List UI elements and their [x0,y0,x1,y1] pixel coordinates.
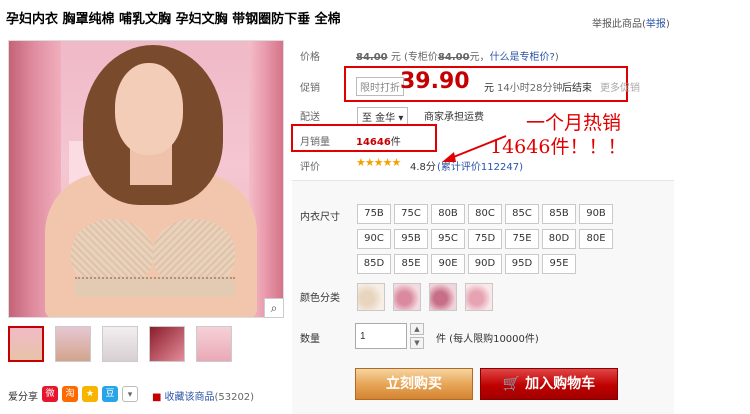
add-to-cart-label: 加入购物车 [525,376,596,392]
promo-price: 39.90 [400,69,470,94]
size-option[interactable]: 90D [468,254,502,274]
annotation-line-2: 14646件！！！ [490,136,627,158]
size-option[interactable]: 95C [431,229,465,249]
share-icons: 微 淘 ★ 豆 ▾ [42,386,138,402]
size-option[interactable]: 95E [542,254,576,274]
more-icon[interactable]: ▾ [122,386,138,402]
report-prefix: 举报此商品( [592,19,646,30]
favorite-icon: ■ [152,392,162,403]
thumbnail-strip [8,326,232,362]
rating-score: 4.8分 [410,162,436,173]
sales-value-row: 14646件 [356,133,401,148]
original-price: 84.00 [356,52,388,63]
size-option[interactable]: 80C [468,204,502,224]
thumbnail-1[interactable] [8,326,44,362]
color-option[interactable] [357,283,385,311]
size-option[interactable]: 75B [357,204,391,224]
price-label: 价格 [300,52,320,63]
size-option[interactable]: 90B [579,204,613,224]
shipping-text: 商家承担运费 [424,112,484,123]
cart-icon: 🛒 [502,376,521,392]
add-to-cart-button[interactable]: 🛒 加入购物车 [480,368,618,400]
quantity-increase-button[interactable]: ▲ [410,323,424,335]
size-option[interactable]: 95D [505,254,539,274]
color-option[interactable] [429,283,457,311]
taobao-icon[interactable]: 淘 [62,386,78,402]
report-link[interactable]: 举报此商品(举报) [592,15,670,30]
size-option[interactable]: 85C [505,204,539,224]
size-option[interactable]: 75D [468,229,502,249]
size-option[interactable]: 80D [542,229,576,249]
quantity-input[interactable] [355,323,407,349]
thumbnail-3[interactable] [102,326,138,362]
color-option[interactable] [465,283,493,311]
promo-label: 促销 [300,83,320,94]
shipping-label: 配送 [300,112,320,123]
size-option[interactable]: 80E [579,229,613,249]
price-unit: 元 [390,52,401,63]
sales-label: 月销量 [300,137,330,148]
size-option[interactable]: 75E [505,229,539,249]
size-option[interactable]: 85B [542,204,576,224]
qzone-icon[interactable]: ★ [82,386,98,402]
share-label: 爱分享 [8,392,38,403]
douban-icon[interactable]: 豆 [102,386,118,402]
size-option[interactable]: 90C [357,229,391,249]
bra-band [75,277,235,297]
price-row: 84.00 元 (专柜价84.00元，什么是专柜价?) [356,48,559,63]
promo-unit: 元 [484,83,494,94]
color-label: 颜色分类 [300,293,340,304]
size-option[interactable]: 75C [394,204,428,224]
bra-cup-left [71,219,153,285]
product-title: 孕妇内衣 胸罩纯棉 哺乳文胸 孕妇文胸 带钢圈防下垂 全棉 [6,12,341,27]
rating-stars: ★★★★★ [356,156,401,169]
size-option[interactable]: 90E [431,254,465,274]
bra-cup-right [153,219,235,285]
size-option[interactable]: 85D [357,254,391,274]
color-option[interactable] [393,283,421,311]
quantity-label: 数量 [300,334,320,345]
counter-suffix: 元， [469,52,490,63]
quantity-unit-text: 件 (每人限购10000件) [436,334,539,345]
report-anchor[interactable]: 举报 [646,19,666,30]
main-product-image[interactable] [8,40,284,318]
weibo-icon[interactable]: 微 [42,386,58,402]
promo-end-text: 后结束 [562,83,592,94]
buy-now-button[interactable]: 立刻购买 [355,368,473,400]
counter-price-help-link[interactable]: 什么是专柜价? [490,52,555,63]
size-option[interactable]: 80B [431,204,465,224]
sales-unit: 件 [390,137,401,148]
zoom-icon[interactable]: ⌕ [264,298,284,318]
counter-prefix: (专柜价 [404,52,438,63]
model-face [115,63,183,155]
thumbnail-5[interactable] [196,326,232,362]
counter-price: 84.00 [437,52,470,63]
favorite-link[interactable]: ■ 收藏该商品(53202) [152,388,254,403]
thumbnail-4[interactable] [149,326,185,362]
promo-timer: 14小时28分钟 [497,83,563,94]
annotation-line-1: 一个月热销 [526,112,622,134]
sales-value: 14646 [356,137,391,148]
size-option[interactable]: 85E [394,254,428,274]
chevron-down-icon: ▾ [398,113,404,124]
size-label: 内衣尺寸 [300,212,340,223]
favorite-count: (53202) [214,392,255,403]
promo-badge: 限时打折 [356,77,404,96]
rating-label: 评价 [300,162,320,173]
more-promo-link[interactable]: 更多促销 [600,79,640,94]
report-suffix: ) [665,19,670,30]
favorite-label: 收藏该商品 [164,392,215,403]
thumbnail-2[interactable] [55,326,91,362]
counter-close: ) [554,52,559,63]
size-option[interactable]: 95B [394,229,428,249]
quantity-decrease-button[interactable]: ▼ [410,337,424,349]
shipping-destination-value: 至 金华 [362,113,396,124]
